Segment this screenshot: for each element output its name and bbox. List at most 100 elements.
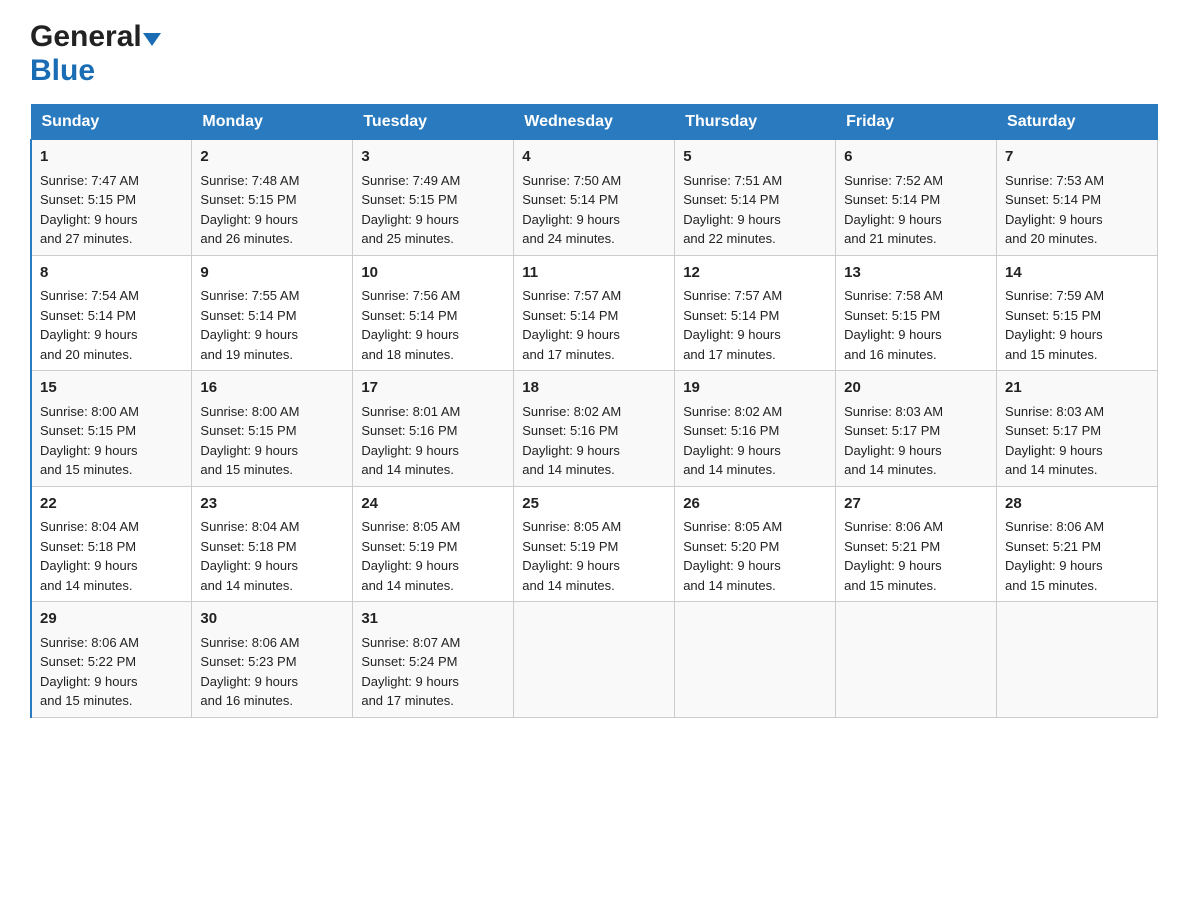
day-number: 1 bbox=[40, 146, 183, 169]
calendar-cell: 7 Sunrise: 7:53 AM Sunset: 5:14 PM Dayli… bbox=[997, 140, 1158, 256]
day-info: Sunrise: 8:05 AM Sunset: 5:19 PM Dayligh… bbox=[361, 517, 505, 595]
calendar-cell: 29 Sunrise: 8:06 AM Sunset: 5:22 PM Dayl… bbox=[31, 602, 192, 718]
calendar-cell: 15 Sunrise: 8:00 AM Sunset: 5:15 PM Dayl… bbox=[31, 371, 192, 487]
day-number: 12 bbox=[683, 262, 827, 285]
header-row: SundayMondayTuesdayWednesdayThursdayFrid… bbox=[31, 105, 1158, 140]
calendar-table: SundayMondayTuesdayWednesdayThursdayFrid… bbox=[30, 104, 1158, 718]
page-header: General Blue bbox=[30, 20, 1158, 88]
day-info: Sunrise: 7:51 AM Sunset: 5:14 PM Dayligh… bbox=[683, 171, 827, 249]
calendar-cell: 11 Sunrise: 7:57 AM Sunset: 5:14 PM Dayl… bbox=[514, 255, 675, 371]
day-number: 6 bbox=[844, 146, 988, 169]
calendar-cell: 19 Sunrise: 8:02 AM Sunset: 5:16 PM Dayl… bbox=[675, 371, 836, 487]
day-number: 15 bbox=[40, 377, 183, 400]
day-number: 21 bbox=[1005, 377, 1149, 400]
day-number: 14 bbox=[1005, 262, 1149, 285]
calendar-cell: 27 Sunrise: 8:06 AM Sunset: 5:21 PM Dayl… bbox=[836, 486, 997, 602]
calendar-cell: 30 Sunrise: 8:06 AM Sunset: 5:23 PM Dayl… bbox=[192, 602, 353, 718]
day-number: 29 bbox=[40, 608, 183, 631]
day-info: Sunrise: 7:49 AM Sunset: 5:15 PM Dayligh… bbox=[361, 171, 505, 249]
calendar-cell: 20 Sunrise: 8:03 AM Sunset: 5:17 PM Dayl… bbox=[836, 371, 997, 487]
day-info: Sunrise: 7:55 AM Sunset: 5:14 PM Dayligh… bbox=[200, 286, 344, 364]
week-row-4: 22 Sunrise: 8:04 AM Sunset: 5:18 PM Dayl… bbox=[31, 486, 1158, 602]
calendar-cell: 22 Sunrise: 8:04 AM Sunset: 5:18 PM Dayl… bbox=[31, 486, 192, 602]
day-header-friday: Friday bbox=[836, 105, 997, 140]
calendar-cell: 5 Sunrise: 7:51 AM Sunset: 5:14 PM Dayli… bbox=[675, 140, 836, 256]
calendar-cell: 10 Sunrise: 7:56 AM Sunset: 5:14 PM Dayl… bbox=[353, 255, 514, 371]
day-number: 30 bbox=[200, 608, 344, 631]
day-info: Sunrise: 8:05 AM Sunset: 5:20 PM Dayligh… bbox=[683, 517, 827, 595]
calendar-cell: 4 Sunrise: 7:50 AM Sunset: 5:14 PM Dayli… bbox=[514, 140, 675, 256]
day-info: Sunrise: 8:02 AM Sunset: 5:16 PM Dayligh… bbox=[683, 402, 827, 480]
calendar-cell: 21 Sunrise: 8:03 AM Sunset: 5:17 PM Dayl… bbox=[997, 371, 1158, 487]
day-info: Sunrise: 7:47 AM Sunset: 5:15 PM Dayligh… bbox=[40, 171, 183, 249]
calendar-cell: 2 Sunrise: 7:48 AM Sunset: 5:15 PM Dayli… bbox=[192, 140, 353, 256]
day-number: 2 bbox=[200, 146, 344, 169]
day-number: 5 bbox=[683, 146, 827, 169]
day-info: Sunrise: 7:57 AM Sunset: 5:14 PM Dayligh… bbox=[683, 286, 827, 364]
calendar-cell: 1 Sunrise: 7:47 AM Sunset: 5:15 PM Dayli… bbox=[31, 140, 192, 256]
day-number: 7 bbox=[1005, 146, 1149, 169]
calendar-cell: 9 Sunrise: 7:55 AM Sunset: 5:14 PM Dayli… bbox=[192, 255, 353, 371]
calendar-cell: 12 Sunrise: 7:57 AM Sunset: 5:14 PM Dayl… bbox=[675, 255, 836, 371]
day-number: 31 bbox=[361, 608, 505, 631]
calendar-cell bbox=[836, 602, 997, 718]
day-info: Sunrise: 7:58 AM Sunset: 5:15 PM Dayligh… bbox=[844, 286, 988, 364]
calendar-cell: 18 Sunrise: 8:02 AM Sunset: 5:16 PM Dayl… bbox=[514, 371, 675, 487]
calendar-cell: 16 Sunrise: 8:00 AM Sunset: 5:15 PM Dayl… bbox=[192, 371, 353, 487]
day-number: 13 bbox=[844, 262, 988, 285]
calendar-cell: 26 Sunrise: 8:05 AM Sunset: 5:20 PM Dayl… bbox=[675, 486, 836, 602]
week-row-1: 1 Sunrise: 7:47 AM Sunset: 5:15 PM Dayli… bbox=[31, 140, 1158, 256]
day-number: 22 bbox=[40, 493, 183, 516]
day-info: Sunrise: 8:00 AM Sunset: 5:15 PM Dayligh… bbox=[40, 402, 183, 480]
day-number: 4 bbox=[522, 146, 666, 169]
logo-general: General bbox=[30, 20, 142, 54]
day-number: 26 bbox=[683, 493, 827, 516]
day-number: 3 bbox=[361, 146, 505, 169]
day-info: Sunrise: 8:02 AM Sunset: 5:16 PM Dayligh… bbox=[522, 402, 666, 480]
day-number: 28 bbox=[1005, 493, 1149, 516]
day-number: 27 bbox=[844, 493, 988, 516]
day-info: Sunrise: 8:06 AM Sunset: 5:22 PM Dayligh… bbox=[40, 633, 183, 711]
day-number: 11 bbox=[522, 262, 666, 285]
day-info: Sunrise: 7:53 AM Sunset: 5:14 PM Dayligh… bbox=[1005, 171, 1149, 249]
week-row-2: 8 Sunrise: 7:54 AM Sunset: 5:14 PM Dayli… bbox=[31, 255, 1158, 371]
day-info: Sunrise: 8:04 AM Sunset: 5:18 PM Dayligh… bbox=[200, 517, 344, 595]
day-info: Sunrise: 7:50 AM Sunset: 5:14 PM Dayligh… bbox=[522, 171, 666, 249]
day-header-wednesday: Wednesday bbox=[514, 105, 675, 140]
day-info: Sunrise: 7:57 AM Sunset: 5:14 PM Dayligh… bbox=[522, 286, 666, 364]
day-info: Sunrise: 8:06 AM Sunset: 5:23 PM Dayligh… bbox=[200, 633, 344, 711]
day-header-monday: Monday bbox=[192, 105, 353, 140]
calendar-cell: 6 Sunrise: 7:52 AM Sunset: 5:14 PM Dayli… bbox=[836, 140, 997, 256]
calendar-cell: 13 Sunrise: 7:58 AM Sunset: 5:15 PM Dayl… bbox=[836, 255, 997, 371]
calendar-cell: 23 Sunrise: 8:04 AM Sunset: 5:18 PM Dayl… bbox=[192, 486, 353, 602]
calendar-cell: 3 Sunrise: 7:49 AM Sunset: 5:15 PM Dayli… bbox=[353, 140, 514, 256]
logo: General Blue bbox=[30, 20, 161, 88]
day-number: 8 bbox=[40, 262, 183, 285]
day-info: Sunrise: 7:54 AM Sunset: 5:14 PM Dayligh… bbox=[40, 286, 183, 364]
calendar-cell bbox=[675, 602, 836, 718]
calendar-cell: 24 Sunrise: 8:05 AM Sunset: 5:19 PM Dayl… bbox=[353, 486, 514, 602]
calendar-cell: 17 Sunrise: 8:01 AM Sunset: 5:16 PM Dayl… bbox=[353, 371, 514, 487]
logo-blue: Blue bbox=[30, 54, 95, 88]
calendar-cell: 28 Sunrise: 8:06 AM Sunset: 5:21 PM Dayl… bbox=[997, 486, 1158, 602]
day-number: 18 bbox=[522, 377, 666, 400]
day-info: Sunrise: 8:06 AM Sunset: 5:21 PM Dayligh… bbox=[844, 517, 988, 595]
logo-triangle-icon bbox=[143, 33, 161, 46]
day-number: 19 bbox=[683, 377, 827, 400]
calendar-cell: 31 Sunrise: 8:07 AM Sunset: 5:24 PM Dayl… bbox=[353, 602, 514, 718]
day-info: Sunrise: 8:06 AM Sunset: 5:21 PM Dayligh… bbox=[1005, 517, 1149, 595]
day-info: Sunrise: 7:59 AM Sunset: 5:15 PM Dayligh… bbox=[1005, 286, 1149, 364]
day-info: Sunrise: 8:04 AM Sunset: 5:18 PM Dayligh… bbox=[40, 517, 183, 595]
day-header-thursday: Thursday bbox=[675, 105, 836, 140]
day-header-sunday: Sunday bbox=[31, 105, 192, 140]
day-info: Sunrise: 8:05 AM Sunset: 5:19 PM Dayligh… bbox=[522, 517, 666, 595]
day-number: 25 bbox=[522, 493, 666, 516]
week-row-3: 15 Sunrise: 8:00 AM Sunset: 5:15 PM Dayl… bbox=[31, 371, 1158, 487]
calendar-cell bbox=[514, 602, 675, 718]
day-info: Sunrise: 8:01 AM Sunset: 5:16 PM Dayligh… bbox=[361, 402, 505, 480]
day-number: 23 bbox=[200, 493, 344, 516]
day-info: Sunrise: 7:56 AM Sunset: 5:14 PM Dayligh… bbox=[361, 286, 505, 364]
day-number: 16 bbox=[200, 377, 344, 400]
day-number: 17 bbox=[361, 377, 505, 400]
day-number: 9 bbox=[200, 262, 344, 285]
